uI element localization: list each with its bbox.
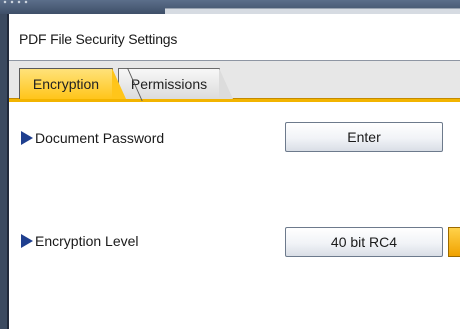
title-bar: PDF File Security Settings [9, 14, 460, 61]
tab-encryption-label: Encryption [32, 76, 100, 92]
dropdown-arrow-icon[interactable] [448, 227, 460, 257]
document-password-label: Document Password [35, 130, 165, 146]
tab-permissions-label: Permissions [130, 76, 208, 92]
enter-password-button[interactable]: Enter [285, 122, 443, 152]
right-triangle-icon [21, 234, 33, 248]
page-title: PDF File Security Settings [19, 31, 178, 47]
left-frame-border [0, 14, 9, 329]
document-password-row: Document Password [21, 130, 164, 146]
enter-password-button-label: Enter [347, 129, 381, 145]
top-bar [0, 0, 460, 15]
encryption-level-label: Encryption Level [35, 233, 139, 249]
encryption-level-value: 40 bit RC4 [330, 234, 398, 250]
encryption-level-button[interactable]: 40 bit RC4 [285, 227, 443, 257]
status-dots [3, 0, 29, 4]
encryption-level-row: Encryption Level [21, 233, 139, 249]
security-settings-screen: PDF File Security Settings Permissions E… [0, 0, 460, 329]
tab-encryption[interactable]: Encryption [19, 68, 126, 99]
right-triangle-icon [21, 131, 33, 145]
